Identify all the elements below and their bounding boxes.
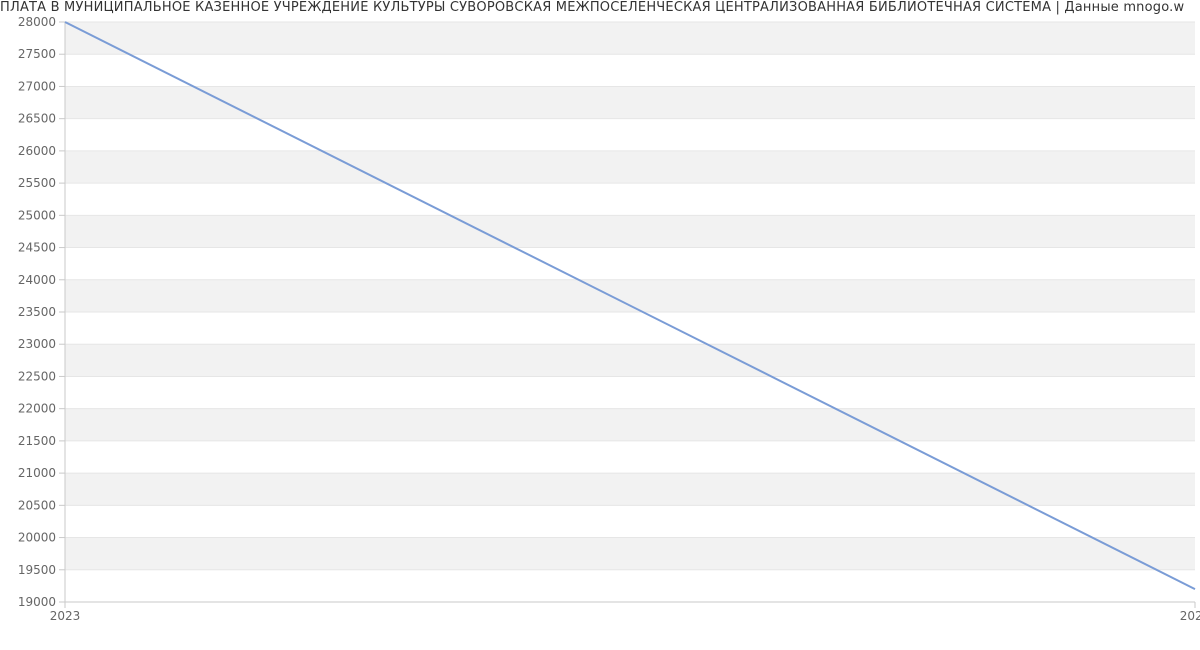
y-tick-label: 24500 bbox=[18, 241, 56, 255]
y-tick-label: 23000 bbox=[18, 337, 56, 351]
grid-band bbox=[65, 409, 1195, 441]
y-tick-label: 19500 bbox=[18, 563, 56, 577]
x-tick-label: 2023 bbox=[50, 609, 81, 623]
grid-band bbox=[65, 151, 1195, 183]
grid-band bbox=[65, 344, 1195, 376]
y-tick-label: 28000 bbox=[18, 15, 56, 29]
y-tick-label: 25000 bbox=[18, 208, 56, 222]
y-tick-label: 25500 bbox=[18, 176, 56, 190]
y-tick-label: 21000 bbox=[18, 466, 56, 480]
y-tick-label: 22500 bbox=[18, 369, 56, 383]
chart-container: ПЛАТА В МУНИЦИПАЛЬНОЕ КАЗЕННОЕ УЧРЕЖДЕНИ… bbox=[0, 0, 1200, 650]
grid-band bbox=[65, 215, 1195, 247]
grid-band bbox=[65, 86, 1195, 118]
y-tick-label: 26500 bbox=[18, 112, 56, 126]
x-tick-label: 2024 bbox=[1180, 609, 1200, 623]
y-tick-label: 24000 bbox=[18, 273, 56, 287]
y-tick-label: 20000 bbox=[18, 531, 56, 545]
y-tick-label: 22000 bbox=[18, 402, 56, 416]
grid-band bbox=[65, 473, 1195, 505]
y-tick-label: 27000 bbox=[18, 79, 56, 93]
y-tick-label: 23500 bbox=[18, 305, 56, 319]
y-tick-label: 19000 bbox=[18, 595, 56, 609]
y-tick-label: 27500 bbox=[18, 47, 56, 61]
chart-svg: 19000 19500 20000 20500 21000 21500 22000 22500… bbox=[0, 0, 1200, 650]
y-tick-label: 21500 bbox=[18, 434, 56, 448]
grid-band bbox=[65, 538, 1195, 570]
grid-band bbox=[65, 22, 1195, 54]
y-tick-label: 26000 bbox=[18, 144, 56, 158]
y-tick-label: 20500 bbox=[18, 498, 56, 512]
grid-band bbox=[65, 280, 1195, 312]
